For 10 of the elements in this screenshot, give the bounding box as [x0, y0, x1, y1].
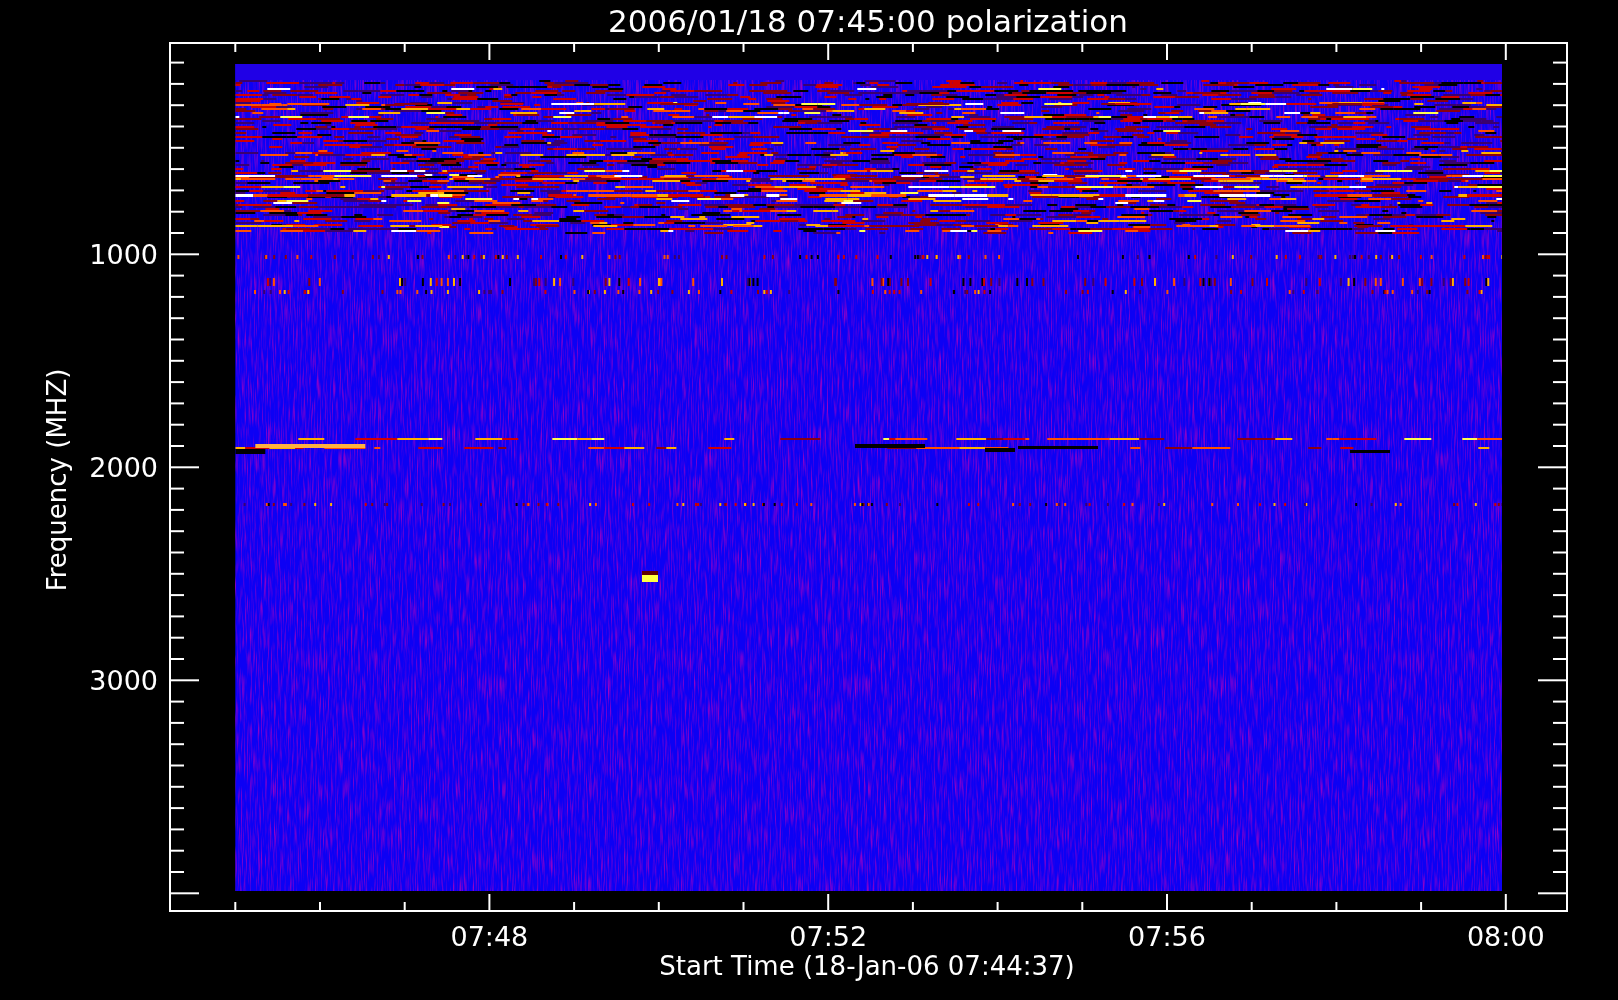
- x-tick-label: 07:56: [1128, 921, 1206, 952]
- plot-title: 2006/01/18 07:45:00 polarization: [608, 3, 1128, 39]
- y-axis-label: Frequency (MHZ): [42, 368, 72, 592]
- x-tick-label: 07:48: [450, 921, 529, 952]
- y-tick-label: 2000: [89, 452, 158, 484]
- x-tick-label: 08:00: [1466, 921, 1545, 952]
- x-axis-label: Start Time (18-Jan-06 07:44:37): [659, 951, 1075, 981]
- y-tick-label: 3000: [89, 665, 158, 697]
- y-tick-label: 1000: [89, 239, 158, 271]
- x-tick-label: 07:52: [789, 921, 868, 952]
